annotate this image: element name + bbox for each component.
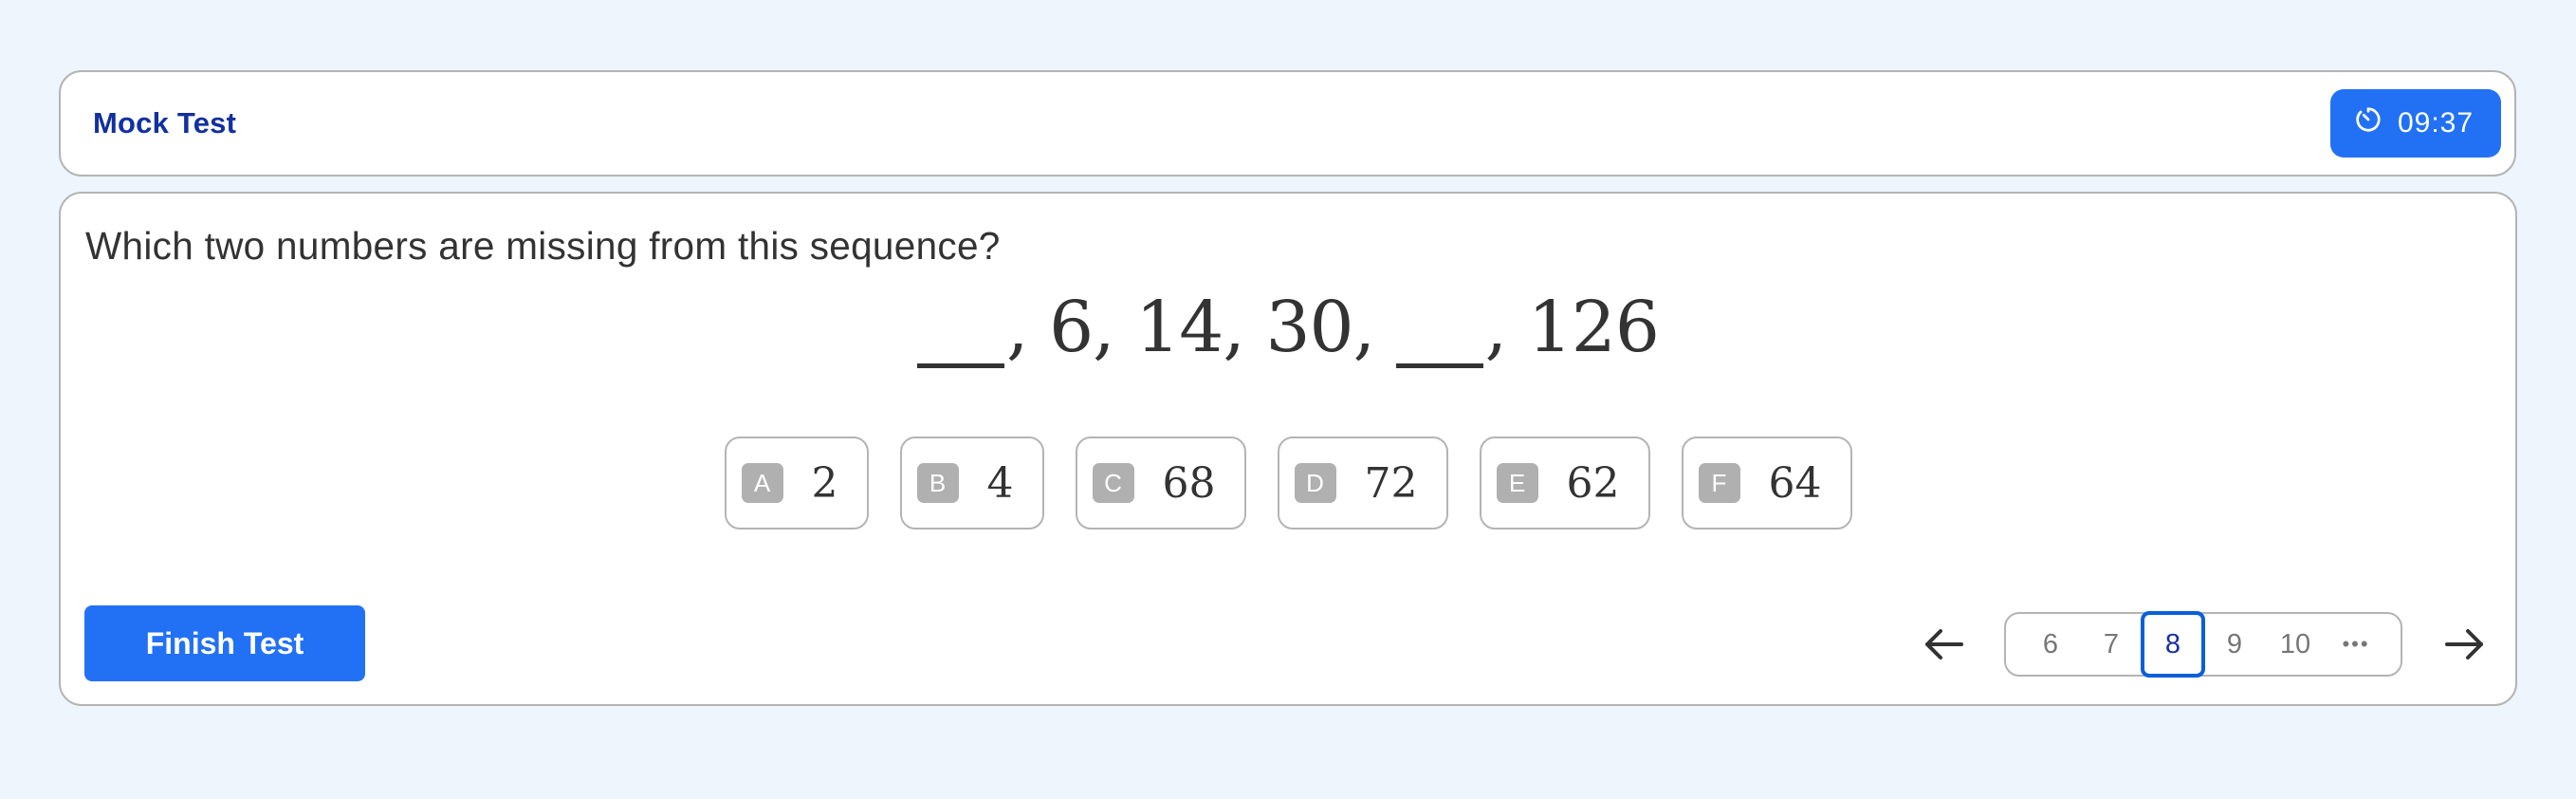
- question-card: Which two numbers are missing from this …: [59, 192, 2517, 706]
- next-question-button[interactable]: [2443, 626, 2485, 662]
- page-9[interactable]: 9: [2204, 612, 2265, 677]
- option-d[interactable]: D 72: [1277, 437, 1448, 530]
- option-letter-badge: E: [1496, 463, 1538, 503]
- answer-options: A 2 B 4 C 68 D 72 E 62 F 64: [61, 437, 2515, 530]
- previous-question-button[interactable]: [1923, 626, 1965, 662]
- pagination: 6 7 8 9 10 •••: [2004, 611, 2402, 678]
- option-value: 68: [1162, 458, 1216, 508]
- option-e[interactable]: E 62: [1479, 437, 1650, 530]
- timer-value: 09:37: [2397, 107, 2475, 139]
- page-title: Mock Test: [93, 106, 237, 139]
- option-value: 62: [1566, 458, 1620, 508]
- page-6[interactable]: 6: [2020, 612, 2081, 677]
- option-b[interactable]: B 4: [899, 437, 1044, 530]
- option-letter-badge: A: [741, 463, 783, 503]
- more-pages-button[interactable]: •••: [2326, 612, 2386, 677]
- page-7[interactable]: 7: [2081, 612, 2142, 677]
- option-letter-badge: C: [1092, 463, 1134, 503]
- option-f[interactable]: F 64: [1681, 437, 1852, 530]
- option-letter-badge: B: [916, 463, 959, 503]
- page-10[interactable]: 10: [2265, 612, 2326, 677]
- page-8-current[interactable]: 8: [2141, 611, 2205, 678]
- sequence-blank: [917, 363, 1005, 368]
- arrow-left-icon: [1925, 629, 1963, 660]
- option-value: 4: [986, 458, 1014, 508]
- option-value: 72: [1364, 458, 1418, 508]
- sequence-term: 6: [1049, 287, 1094, 368]
- header-bar: Mock Test 09:37: [59, 70, 2516, 177]
- option-value: 64: [1768, 458, 1822, 508]
- finish-test-button[interactable]: Finish Test: [84, 605, 365, 681]
- timer-icon: [2354, 105, 2383, 141]
- timer-button[interactable]: 09:37: [2330, 89, 2501, 158]
- option-letter-badge: D: [1294, 463, 1336, 503]
- option-a[interactable]: A 2: [724, 437, 869, 530]
- sequence-term: 30: [1265, 287, 1353, 368]
- sequence-term: 126: [1527, 287, 1660, 368]
- question-text: Which two numbers are missing from this …: [85, 224, 1001, 268]
- option-letter-badge: F: [1698, 463, 1740, 503]
- number-sequence: , 6, 14, 30, , 126: [61, 287, 2515, 368]
- sequence-blank: [1395, 363, 1483, 368]
- option-value: 2: [811, 458, 838, 508]
- option-c[interactable]: C 68: [1075, 437, 1246, 530]
- arrow-right-icon: [2445, 629, 2483, 660]
- sequence-term: 14: [1135, 287, 1224, 368]
